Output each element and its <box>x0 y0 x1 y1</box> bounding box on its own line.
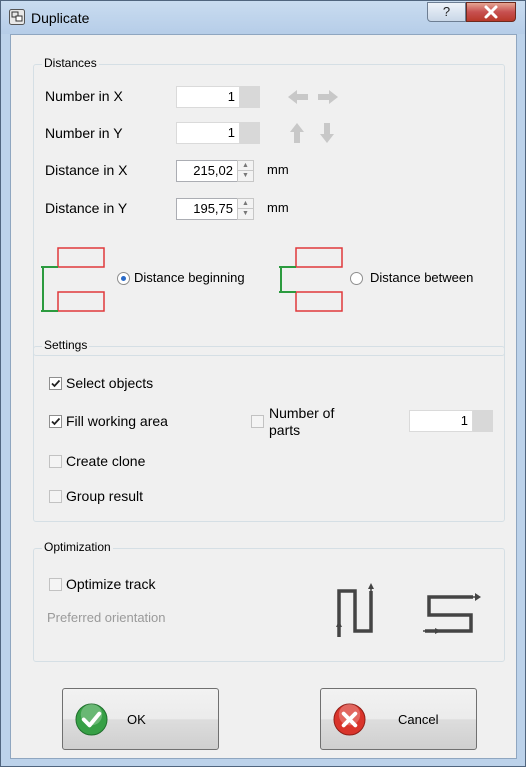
distance-in-x-label: Distance in X <box>45 162 128 178</box>
arrow-up-icon[interactable] <box>289 122 305 144</box>
optimization-group-label: Optimization <box>42 540 113 554</box>
distance-in-y-unit: mm <box>267 200 289 215</box>
ok-button[interactable]: OK <box>62 688 219 750</box>
ok-check-icon <box>75 703 108 736</box>
arrow-right-icon[interactable] <box>317 88 339 106</box>
number-of-parts-label-line2: parts <box>269 422 301 438</box>
number-in-x-spinner[interactable] <box>240 86 260 108</box>
distance-beginning-diagram <box>41 247 105 312</box>
distance-in-x-unit: mm <box>267 162 289 177</box>
vertical-orientation-icon[interactable] <box>333 583 385 639</box>
window-title: Duplicate <box>31 10 90 26</box>
checkmark-icon <box>51 379 61 388</box>
spin-up-icon[interactable]: ▲ <box>238 161 253 171</box>
number-in-x-label: Number in X <box>45 88 123 104</box>
number-of-parts-label-line1: Number of <box>269 405 335 421</box>
settings-group-label: Settings <box>42 338 90 352</box>
create-clone-checkbox[interactable] <box>49 455 62 468</box>
cancel-button[interactable]: Cancel <box>320 688 477 750</box>
spin-up-icon[interactable]: ▲ <box>238 199 253 209</box>
number-of-parts-checkbox[interactable] <box>251 415 264 428</box>
distance-between-radio[interactable] <box>350 272 363 285</box>
optimize-track-checkbox[interactable] <box>49 578 62 591</box>
duplicate-dialog: Duplicate ? Distances Number in X 1 Numb… <box>0 0 526 767</box>
spin-down-icon[interactable]: ▼ <box>238 209 253 219</box>
dialog-content: Distances Number in X 1 Number in Y 1 Di… <box>10 34 517 759</box>
distance-beginning-label[interactable]: Distance beginning <box>134 270 245 285</box>
cancel-button-label: Cancel <box>398 712 439 727</box>
number-of-parts-spinner[interactable] <box>473 410 493 432</box>
number-in-y-input[interactable]: 1 <box>176 122 240 144</box>
distance-in-y-spinner[interactable]: ▲ ▼ <box>237 198 254 220</box>
group-result-label[interactable]: Group result <box>66 488 143 504</box>
close-icon <box>484 5 498 19</box>
arrow-down-icon[interactable] <box>319 122 335 144</box>
ok-button-label: OK <box>127 712 146 727</box>
distances-group-label: Distances <box>42 56 99 70</box>
optimize-track-label[interactable]: Optimize track <box>66 576 155 592</box>
distance-in-y-label: Distance in Y <box>45 200 128 216</box>
distance-between-diagram <box>279 247 343 312</box>
fill-working-area-label[interactable]: Fill working area <box>66 413 168 429</box>
group-result-checkbox[interactable] <box>49 490 62 503</box>
distance-in-y-input[interactable]: 195,75 <box>176 198 238 220</box>
select-objects-checkbox[interactable] <box>49 377 62 390</box>
number-of-parts-input[interactable]: 1 <box>409 410 473 432</box>
horizontal-orientation-icon[interactable] <box>421 583 481 639</box>
arrow-left-icon[interactable] <box>287 88 309 106</box>
fill-working-area-checkbox[interactable] <box>49 415 62 428</box>
number-in-y-spinner[interactable] <box>240 122 260 144</box>
create-clone-label[interactable]: Create clone <box>66 453 145 469</box>
title-bar[interactable]: Duplicate ? <box>1 1 525 34</box>
distance-in-x-spinner[interactable]: ▲ ▼ <box>237 160 254 182</box>
distance-in-x-input[interactable]: 215,02 <box>176 160 238 182</box>
help-button[interactable]: ? <box>427 2 466 22</box>
close-button[interactable] <box>466 2 516 22</box>
distance-between-label[interactable]: Distance between <box>370 270 473 285</box>
checkmark-icon <box>51 417 61 426</box>
select-objects-label[interactable]: Select objects <box>66 375 153 391</box>
number-in-x-input[interactable]: 1 <box>176 86 240 108</box>
app-icon <box>9 9 25 25</box>
distance-beginning-radio[interactable] <box>117 272 130 285</box>
number-in-y-label: Number in Y <box>45 125 123 141</box>
preferred-orientation-label: Preferred orientation <box>47 610 166 625</box>
spin-down-icon[interactable]: ▼ <box>238 171 253 181</box>
cancel-x-icon <box>333 703 366 736</box>
